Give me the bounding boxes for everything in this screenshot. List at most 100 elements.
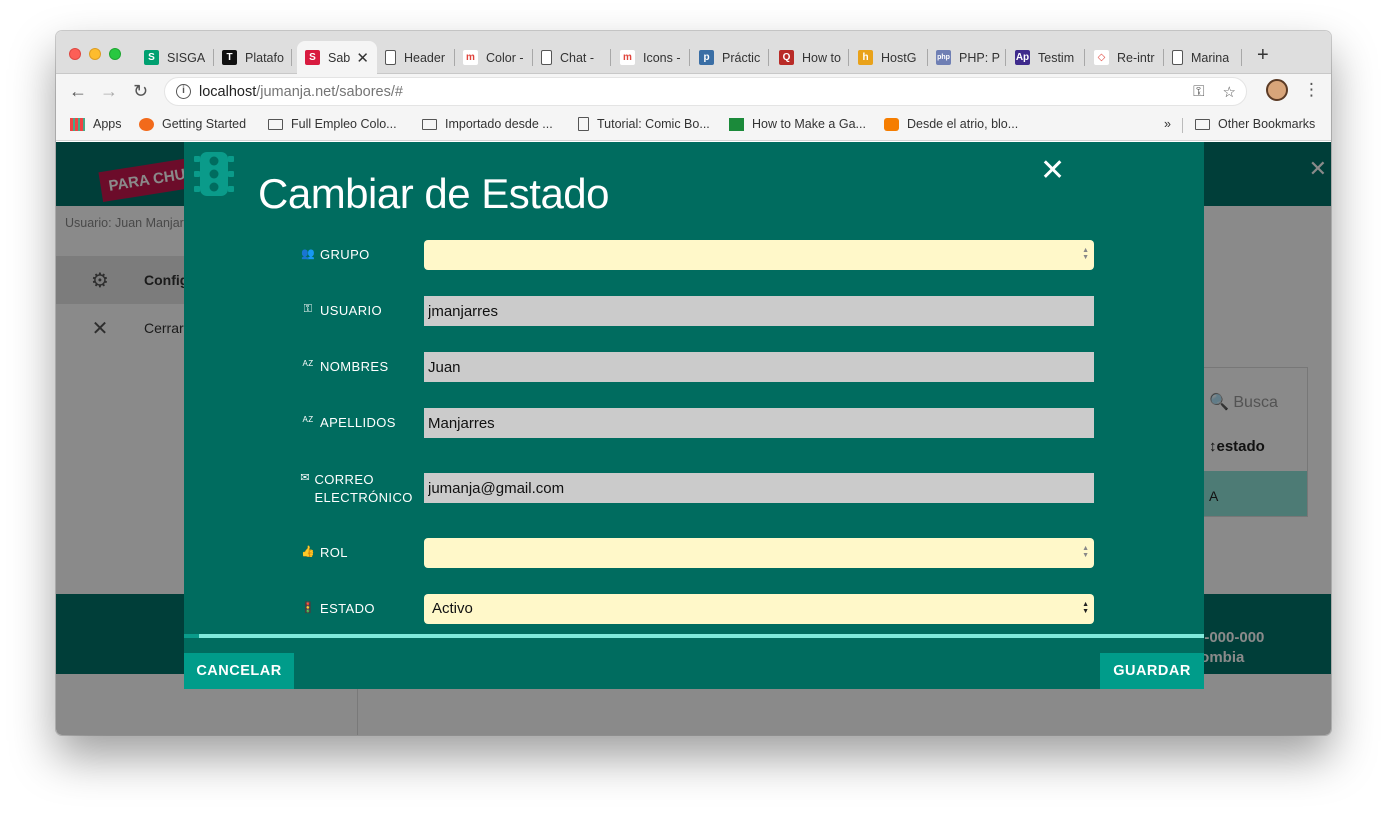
forward-arrow-icon[interactable]: → xyxy=(100,80,118,102)
quora-icon: Q xyxy=(779,50,794,65)
modal-title: Cambiar de Estado xyxy=(258,170,610,217)
tab-label: Header xyxy=(404,50,445,65)
tab-1[interactable]: T Platafo xyxy=(214,41,292,74)
reload-icon[interactable]: ↻ xyxy=(133,80,148,102)
bookmark-5[interactable]: How to Make a Ga... xyxy=(729,117,866,131)
bookmark-label: Apps xyxy=(93,117,122,131)
codepen-icon: ◇ xyxy=(1094,50,1109,65)
cancel-button[interactable]: CANCELAR xyxy=(184,653,294,689)
group-icon: 👥 xyxy=(300,248,316,260)
menu-kebab-icon[interactable]: ⋮ xyxy=(1303,80,1320,100)
tab-separator xyxy=(291,49,292,66)
page-icon xyxy=(385,50,396,65)
php-icon: php xyxy=(936,50,951,65)
tipped-t-favicon: T xyxy=(222,50,237,65)
tab-11[interactable]: Ap Testim xyxy=(1007,41,1085,74)
tab-separator xyxy=(1241,49,1242,66)
address-bar[interactable]: i localhost/jumanja.net/sabores/# ⚿ ☆ xyxy=(164,77,1247,106)
minimize-window-button[interactable] xyxy=(89,48,101,60)
tab-label: Marina xyxy=(1191,50,1230,65)
star-icon[interactable]: ☆ xyxy=(1223,83,1236,101)
browser-window: S SISGA T Platafo S Sab ✕ Header m Color - Chat - m… xyxy=(56,31,1331,735)
sisga-favicon: S xyxy=(144,50,159,65)
field-row-usuario: ⚿ USUARIO xyxy=(300,296,1100,326)
tab-3[interactable]: Header xyxy=(377,41,455,74)
new-tab-button[interactable]: + xyxy=(1257,45,1269,65)
tab-separator xyxy=(689,49,690,66)
tab-label: Práctic xyxy=(722,50,761,65)
input-correo[interactable] xyxy=(424,473,1094,503)
tab-12[interactable]: ◇ Re-intr xyxy=(1086,41,1164,74)
bookmark-7[interactable]: » xyxy=(1164,117,1171,131)
site-info-icon[interactable]: i xyxy=(176,84,191,99)
field-label-text: APELLIDOS xyxy=(320,415,396,430)
progress-bar xyxy=(184,634,1204,638)
field-row-grupo: 👥 GRUPO ▲ ▼ xyxy=(300,240,1100,270)
select-rol[interactable]: ▲ ▼ xyxy=(424,538,1094,568)
sort-alpha-icon: AZ xyxy=(302,359,314,368)
tab-separator xyxy=(1084,49,1085,66)
tab-7[interactable]: p Práctic xyxy=(691,41,769,74)
bookmark-2[interactable]: Full Empleo Colo... xyxy=(268,117,397,131)
tab-separator xyxy=(1005,49,1006,66)
field-row-estado: 🚦 ESTADO Activo ▲ ▼ xyxy=(300,594,1100,624)
tab-9[interactable]: h HostG xyxy=(850,41,928,74)
field-label-text: NOMBRES xyxy=(320,359,389,374)
tab-10[interactable]: php PHP: P xyxy=(928,41,1006,74)
tab-separator xyxy=(610,49,611,66)
input-apellidos[interactable] xyxy=(424,408,1094,438)
bookmark-label: Getting Started xyxy=(162,117,247,131)
profile-avatar[interactable] xyxy=(1266,79,1288,101)
change-state-modal: Cambiar de Estado ✕ 👥 GRUPO ▲▼ ⚿ USUARIO AZ NO… xyxy=(184,142,1204,689)
field-label-text: USUARIO xyxy=(320,303,383,318)
zoom-window-button[interactable] xyxy=(109,48,121,60)
field-label: AZ APELLIDOS xyxy=(300,415,420,430)
tab-0[interactable]: S SISGA xyxy=(136,41,214,74)
url-host: localhost xyxy=(199,83,257,100)
sabores-favicon: S xyxy=(305,50,320,65)
field-row-apellidos: AZ APELLIDOS xyxy=(300,408,1100,438)
bookmark-label: » xyxy=(1164,117,1171,131)
browser-toolbar: ← → ↻ i localhost/jumanja.net/sabores/# … xyxy=(56,74,1331,109)
bookmark-1[interactable]: Getting Started xyxy=(139,117,246,131)
tab-label: Sab xyxy=(328,50,351,65)
close-icon[interactable]: ✕ xyxy=(1040,156,1065,186)
tab-separator xyxy=(768,49,769,66)
field-label-text: CORREO ELECTRÓNICO xyxy=(314,472,413,505)
page-content: PARA CHU ✕ Usuario: Juan Manjar ⚙ Config… xyxy=(56,142,1331,735)
tab-label: Re-intr xyxy=(1117,50,1155,65)
input-nombres[interactable] xyxy=(424,352,1094,382)
input-usuario[interactable] xyxy=(424,296,1094,326)
tab-6[interactable]: m Icons - xyxy=(612,41,690,74)
progress-fill xyxy=(184,634,200,638)
green-m-icon xyxy=(729,117,744,131)
close-window-button[interactable] xyxy=(69,48,81,60)
tab-4[interactable]: m Color - xyxy=(455,41,533,74)
field-label: 👍 ROL xyxy=(300,545,420,560)
materialize-icon: m xyxy=(463,50,478,65)
bookmark-4[interactable]: Tutorial: Comic Bo... xyxy=(578,117,710,131)
traffic-light-icon xyxy=(194,152,234,196)
bookmark-0[interactable]: Apps xyxy=(70,117,122,131)
dropdown-arrows-icon: ▲ ▼ xyxy=(1082,247,1089,261)
bookmark-8[interactable]: Other Bookmarks xyxy=(1195,117,1315,131)
back-arrow-icon[interactable]: ← xyxy=(69,80,87,102)
bookmark-label: Full Empleo Colo... xyxy=(291,117,397,131)
bookmark-3[interactable]: Importado desde ... xyxy=(422,117,553,131)
tab-label: Color - xyxy=(486,50,524,65)
tab-label: How to xyxy=(802,50,841,65)
select-estado[interactable]: Activo ▲ ▼ xyxy=(424,594,1094,624)
tab-label: Chat - xyxy=(560,50,595,65)
field-row-nombres: AZ NOMBRES xyxy=(300,352,1100,382)
key-icon[interactable]: ⚿ xyxy=(1193,83,1204,101)
tab-label: PHP: P xyxy=(959,50,1000,65)
sort-alpha-icon: AZ xyxy=(302,415,314,424)
select-grupo[interactable]: ▲ ▼ xyxy=(424,240,1094,270)
tab-close-icon[interactable]: ✕ xyxy=(356,49,369,67)
tab-5[interactable]: Chat - xyxy=(533,41,611,74)
tab-2[interactable]: S Sab ✕ xyxy=(297,41,377,74)
bookmark-6[interactable]: Desde el atrio, blo... xyxy=(884,117,1018,131)
tab-13[interactable]: Marina xyxy=(1164,41,1242,74)
tab-8[interactable]: Q How to xyxy=(771,41,849,74)
save-button[interactable]: GUARDAR xyxy=(1100,653,1204,689)
